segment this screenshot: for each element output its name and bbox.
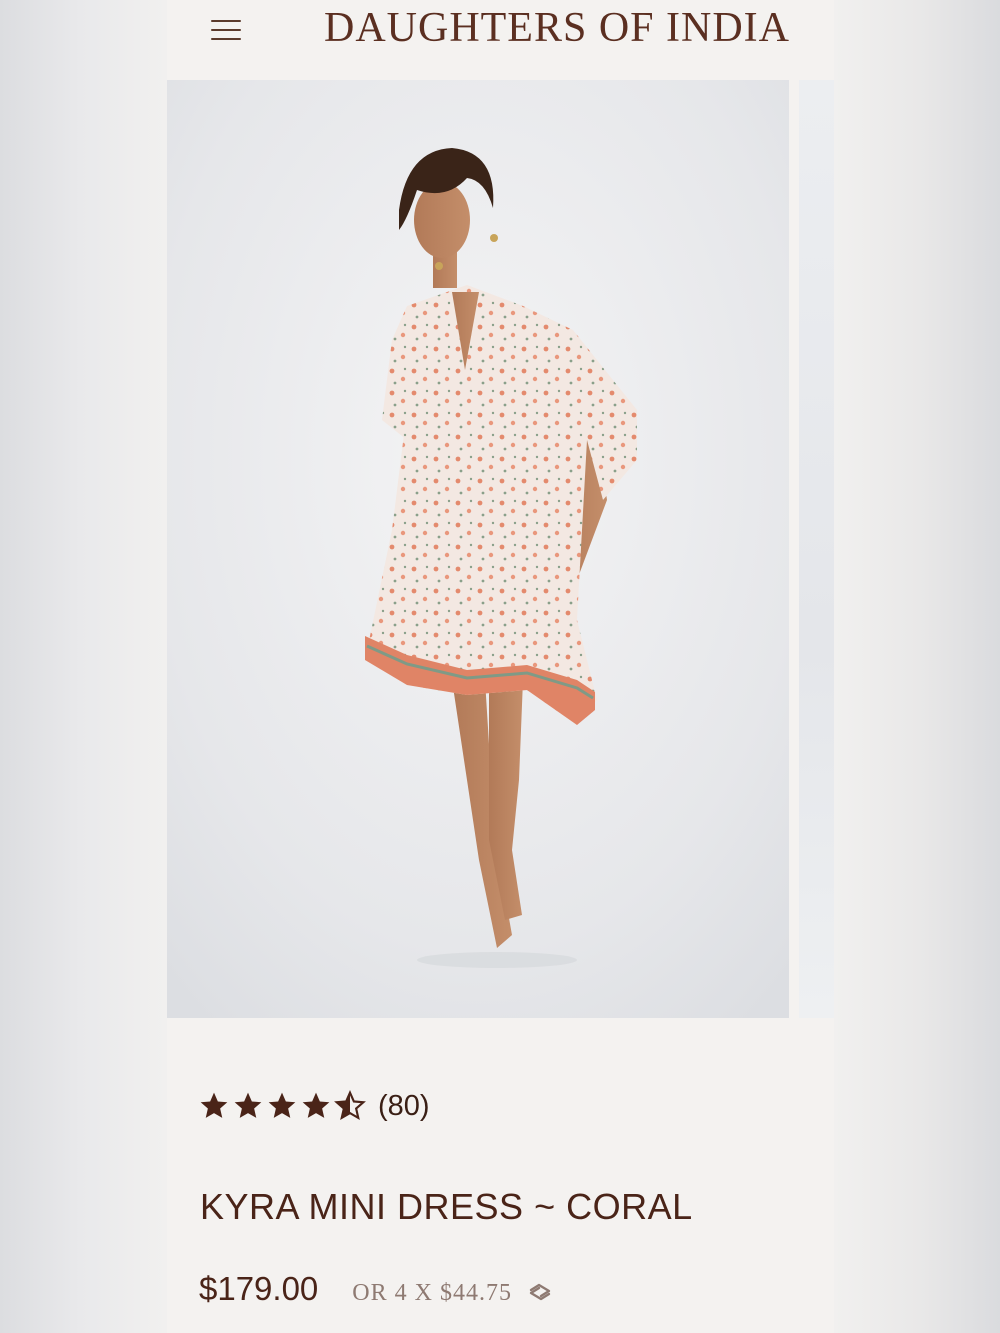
product-rating[interactable]: (80) [198, 1086, 430, 1126]
review-count[interactable]: (80) [378, 1090, 430, 1123]
star-full-icon [234, 1092, 262, 1118]
star-half-icon [334, 1090, 366, 1121]
rating-stars [198, 1090, 366, 1122]
price-row: $179.00 OR 4 X $44.75 [199, 1270, 553, 1308]
product-gallery[interactable] [167, 80, 834, 1018]
product-page: DAUGHTERS OF INDIA (80) KYRA MINI DRESS … [167, 0, 834, 1333]
brand-logo[interactable]: DAUGHTERS OF INDIA [307, 4, 807, 52]
hamburger-menu-icon[interactable] [211, 18, 243, 42]
next-slide-preview[interactable] [799, 80, 834, 1018]
site-header: DAUGHTERS OF INDIA [167, 0, 834, 80]
installment-offer[interactable]: OR 4 X $44.75 [352, 1280, 553, 1307]
product-price: $179.00 [199, 1270, 319, 1307]
product-photo [167, 80, 789, 1018]
afterpay-icon [529, 1283, 551, 1301]
star-full-icon [302, 1092, 330, 1118]
installment-text: OR 4 X $44.75 [352, 1280, 512, 1306]
slide-divider [789, 80, 799, 1018]
product-title: KYRA MINI DRESS ~ CORAL [200, 1186, 693, 1227]
star-full-icon [200, 1092, 228, 1118]
star-full-icon [268, 1092, 296, 1118]
